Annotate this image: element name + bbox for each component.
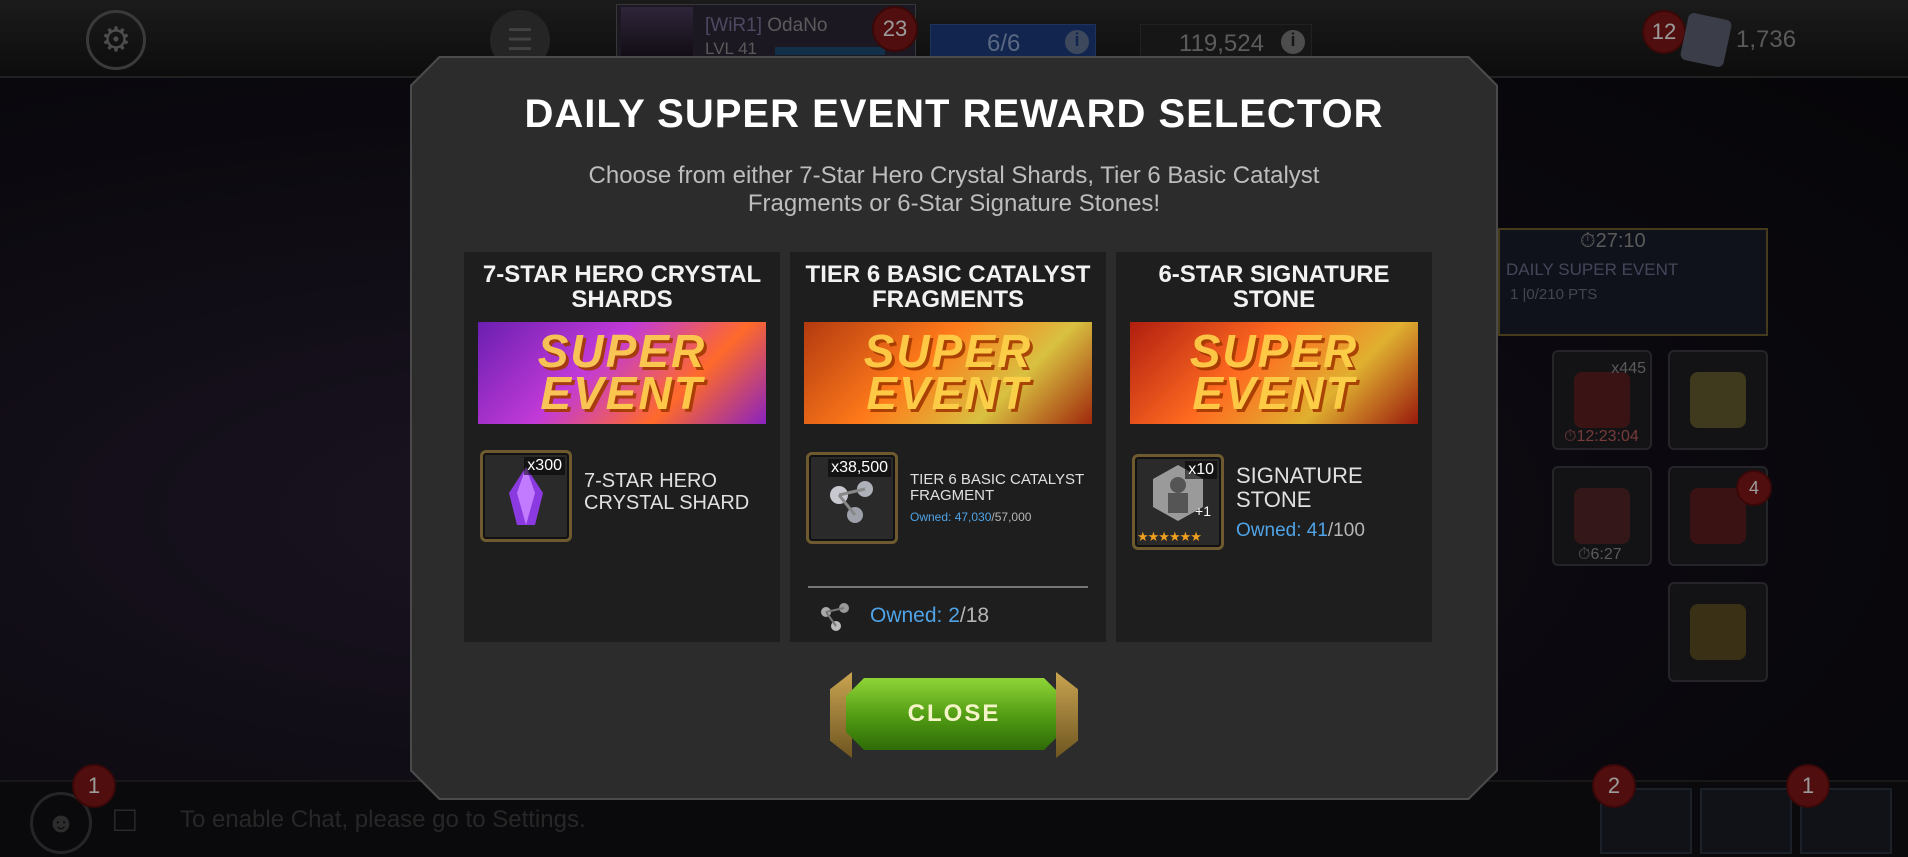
- item-owned: Owned: 47,030/57,000: [910, 510, 1031, 524]
- footer-owned-label: Owned:: [870, 604, 943, 627]
- item-name: 7-STAR HERO CRYSTAL SHARD: [584, 470, 750, 514]
- close-button-frame: CLOSE: [830, 672, 1078, 758]
- option-title: 6-STAR SIGNATURE STONE: [1158, 261, 1390, 313]
- footer-owned-max: /18: [959, 604, 990, 627]
- item-owned: Owned: 41/100: [1236, 520, 1365, 542]
- banner-text: SUPER EVENT: [1189, 325, 1359, 419]
- reward-option-crystal-shards[interactable]: 7-STAR HERO CRYSTAL SHARDS SUPER EVENT x…: [464, 252, 780, 642]
- super-event-banner: SUPER EVENT: [1130, 322, 1418, 424]
- catalyst-fragment-icon[interactable]: x38,500: [806, 452, 898, 544]
- super-event-banner: SUPER EVENT: [478, 322, 766, 424]
- item-plus: +1: [1195, 503, 1211, 519]
- owned-value: 41: [1306, 520, 1328, 541]
- reward-selector-modal: DAILY SUPER EVENT REWARD SELECTOR Choose…: [412, 58, 1496, 798]
- footer-owned-value: 2: [948, 604, 960, 627]
- modal-description: Choose from either 7-Star Hero Crystal S…: [588, 162, 1320, 217]
- owned-value: 47,030: [954, 510, 992, 524]
- banner-text: SUPER EVENT: [863, 325, 1033, 419]
- close-cap-right: [1056, 672, 1078, 758]
- item-name: SIGNATURE STONE: [1236, 463, 1363, 512]
- item-count: x38,500: [828, 459, 891, 477]
- modal-title: DAILY SUPER EVENT REWARD SELECTOR: [524, 92, 1384, 136]
- close-button[interactable]: CLOSE: [846, 678, 1062, 750]
- reward-option-catalyst-fragments[interactable]: TIER 6 BASIC CATALYST FRAGMENTS SUPER EV…: [790, 252, 1106, 642]
- owned-max: /57,000: [991, 510, 1032, 524]
- purple-crystal-shard-icon[interactable]: x300: [480, 450, 572, 542]
- footer-owned: Owned: 2/18: [870, 604, 989, 628]
- owned-label: Owned:: [910, 510, 952, 524]
- owned-label: Owned:: [1236, 520, 1302, 541]
- option-title: TIER 6 BASIC CATALYST FRAGMENTS: [805, 261, 1091, 313]
- reward-option-signature-stone[interactable]: 6-STAR SIGNATURE STONE SUPER EVENT x10 +…: [1116, 252, 1432, 642]
- owned-max: /100: [1327, 520, 1365, 541]
- option-title: 7-STAR HERO CRYSTAL SHARDS: [482, 261, 762, 313]
- item-count: x300: [524, 457, 565, 475]
- banner-text: SUPER EVENT: [537, 325, 707, 419]
- super-event-banner: SUPER EVENT: [804, 322, 1092, 424]
- item-name: TIER 6 BASIC CATALYST FRAGMENT: [910, 471, 1084, 504]
- signature-stone-icon[interactable]: x10 +1 ★★★★★★: [1132, 454, 1224, 550]
- star-rating: ★★★★★★: [1137, 529, 1202, 544]
- item-count: x10: [1185, 461, 1217, 479]
- catalyst-fragment-icon: [812, 594, 860, 640]
- divider: [808, 586, 1088, 588]
